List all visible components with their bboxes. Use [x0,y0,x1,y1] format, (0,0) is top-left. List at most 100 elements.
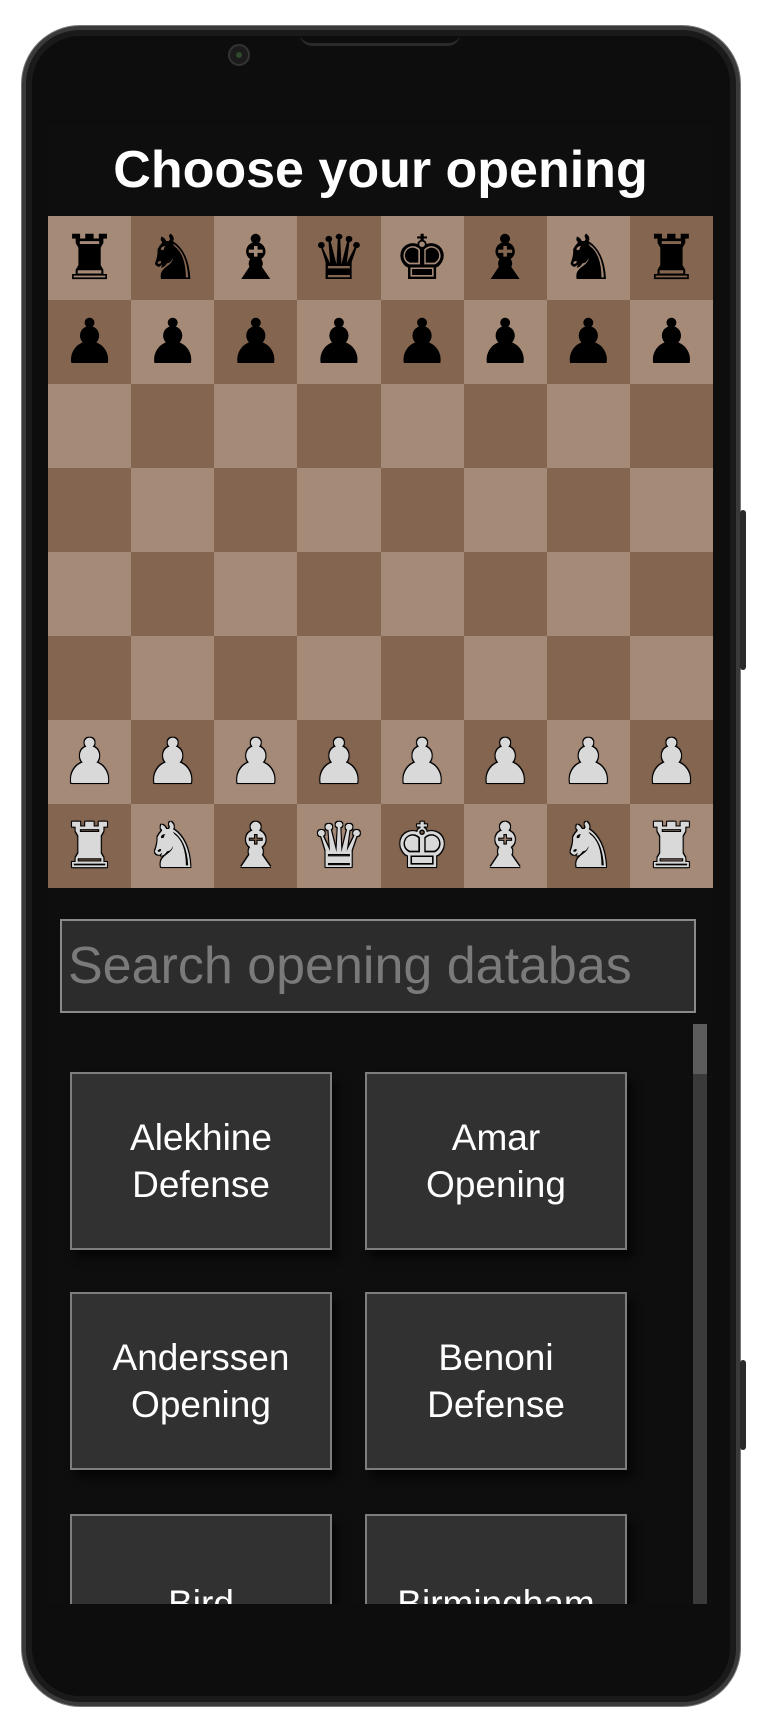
board-square[interactable] [629,636,713,720]
black-knight-icon[interactable]: ♞ [561,227,617,289]
board-square[interactable] [463,636,547,720]
board-square[interactable]: ♟ [131,300,215,384]
board-square[interactable]: ♟ [629,720,713,804]
board-square[interactable] [297,384,381,468]
board-square[interactable]: ♜ [48,216,132,300]
white-knight-icon[interactable]: ♞ [145,815,201,877]
white-pawn-icon[interactable]: ♟ [477,731,533,793]
black-pawn-icon[interactable]: ♟ [62,311,118,373]
black-pawn-icon[interactable]: ♟ [477,311,533,373]
board-square[interactable]: ♚ [380,804,464,888]
board-square[interactable] [297,552,381,636]
board-square[interactable] [463,552,547,636]
board-square[interactable]: ♟ [380,300,464,384]
board-square[interactable]: ♟ [546,720,630,804]
black-queen-icon[interactable]: ♛ [311,227,367,289]
white-king-icon[interactable]: ♚ [394,815,450,877]
board-square[interactable] [546,384,630,468]
board-square[interactable] [380,636,464,720]
board-square[interactable]: ♝ [463,216,547,300]
board-square[interactable] [48,468,132,552]
black-rook-icon[interactable]: ♜ [644,227,700,289]
white-rook-icon[interactable]: ♜ [62,815,118,877]
opening-button[interactable]: Anderssen Opening [70,1292,332,1470]
black-bishop-icon[interactable]: ♝ [228,227,284,289]
board-square[interactable] [214,552,298,636]
search-input[interactable] [60,919,696,1013]
board-square[interactable] [546,636,630,720]
board-square[interactable] [214,636,298,720]
board-square[interactable]: ♟ [380,720,464,804]
board-square[interactable] [131,636,215,720]
board-square[interactable] [629,468,713,552]
board-square[interactable]: ♚ [380,216,464,300]
white-pawn-icon[interactable]: ♟ [62,731,118,793]
opening-button[interactable]: Benoni Defense [365,1292,627,1470]
white-queen-icon[interactable]: ♛ [311,815,367,877]
board-square[interactable]: ♛ [297,804,381,888]
board-square[interactable]: ♞ [546,216,630,300]
black-bishop-icon[interactable]: ♝ [477,227,533,289]
board-square[interactable]: ♞ [546,804,630,888]
board-square[interactable]: ♟ [463,720,547,804]
board-square[interactable]: ♝ [214,804,298,888]
board-square[interactable] [214,384,298,468]
board-square[interactable] [380,468,464,552]
black-pawn-icon[interactable]: ♟ [561,311,617,373]
board-square[interactable] [131,552,215,636]
board-square[interactable] [546,552,630,636]
opening-button[interactable]: Alekhine Defense [70,1072,332,1250]
white-pawn-icon[interactable]: ♟ [561,731,617,793]
board-square[interactable] [463,384,547,468]
board-square[interactable]: ♟ [48,720,132,804]
board-square[interactable] [546,468,630,552]
board-square[interactable]: ♟ [546,300,630,384]
board-square[interactable] [131,468,215,552]
white-pawn-icon[interactable]: ♟ [145,731,201,793]
board-square[interactable]: ♟ [629,300,713,384]
white-pawn-icon[interactable]: ♟ [644,731,700,793]
black-rook-icon[interactable]: ♜ [62,227,118,289]
board-square[interactable]: ♞ [131,216,215,300]
scrollbar-track[interactable] [693,1024,707,1604]
opening-button[interactable]: Amar Opening [365,1072,627,1250]
board-square[interactable]: ♟ [48,300,132,384]
white-pawn-icon[interactable]: ♟ [228,731,284,793]
board-square[interactable] [629,552,713,636]
board-square[interactable] [380,552,464,636]
black-knight-icon[interactable]: ♞ [145,227,201,289]
board-square[interactable]: ♜ [629,216,713,300]
board-square[interactable] [463,468,547,552]
board-square[interactable] [48,636,132,720]
board-square[interactable] [297,636,381,720]
board-square[interactable]: ♜ [48,804,132,888]
board-square[interactable] [48,384,132,468]
board-square[interactable]: ♛ [297,216,381,300]
board-square[interactable]: ♟ [297,720,381,804]
black-pawn-icon[interactable]: ♟ [394,311,450,373]
white-pawn-icon[interactable]: ♟ [394,731,450,793]
opening-button[interactable]: Birmingham [365,1514,627,1604]
board-square[interactable] [214,468,298,552]
black-king-icon[interactable]: ♚ [394,227,450,289]
white-knight-icon[interactable]: ♞ [561,815,617,877]
opening-list[interactable]: Alekhine Defense Amar Opening Anderssen Op… [48,1024,713,1604]
board-square[interactable]: ♟ [214,300,298,384]
white-pawn-icon[interactable]: ♟ [311,731,367,793]
board-square[interactable]: ♝ [463,804,547,888]
black-pawn-icon[interactable]: ♟ [311,311,367,373]
white-bishop-icon[interactable]: ♝ [477,815,533,877]
black-pawn-icon[interactable]: ♟ [145,311,201,373]
black-pawn-icon[interactable]: ♟ [644,311,700,373]
board-square[interactable]: ♟ [297,300,381,384]
board-square[interactable] [380,384,464,468]
white-rook-icon[interactable]: ♜ [644,815,700,877]
opening-button[interactable]: Bird [70,1514,332,1604]
black-pawn-icon[interactable]: ♟ [228,311,284,373]
chess-board[interactable]: ♜ ♞ ♝ ♛ ♚ ♝ ♞ ♜ ♟ ♟ ♟ ♟ ♟ ♟ ♟ ♟ ♟ ♟ ♟ ♟ ♟ ♟ ♟ ♟ ♜ ♞ ♝ ♛ ♚ ♝ ♞ ♜ [48,216,713,888]
board-square[interactable] [297,468,381,552]
board-square[interactable]: ♟ [214,720,298,804]
board-square[interactable] [131,384,215,468]
white-bishop-icon[interactable]: ♝ [228,815,284,877]
board-square[interactable] [629,384,713,468]
